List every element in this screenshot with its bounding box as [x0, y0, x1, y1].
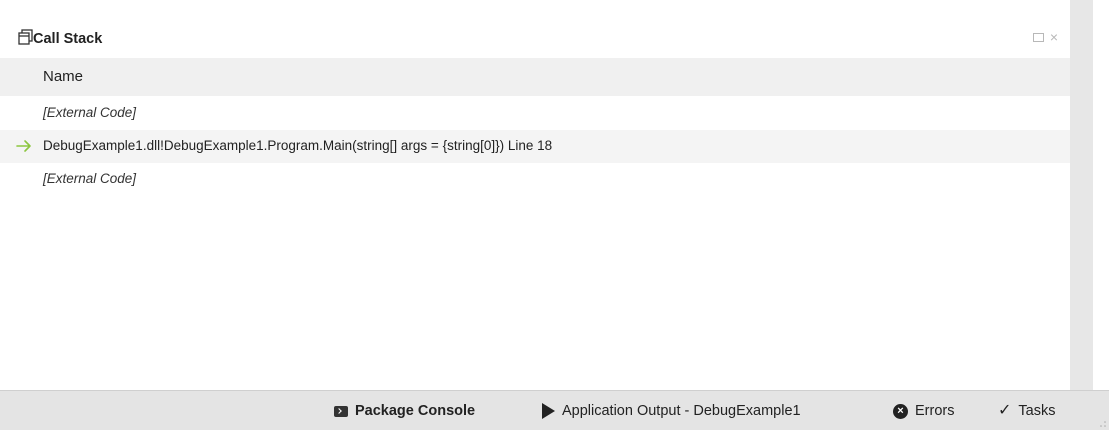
vertical-scrollbar[interactable] [1070, 0, 1093, 390]
stack-frame-label: [External Code] [43, 105, 137, 120]
column-header[interactable]: Name [0, 58, 1070, 96]
call-stack-panel: Call Stack × Name [External Code] DebugE… [0, 0, 1093, 390]
stack-frame-row[interactable]: [External Code] [0, 163, 1070, 196]
maximize-icon[interactable] [1032, 32, 1044, 42]
application-output-button[interactable]: Application Output - DebugExample1 [542, 403, 801, 419]
pad-title: Call Stack [33, 31, 103, 47]
stack-frame-row-current[interactable]: DebugExample1.dll!DebugExample1.Program.… [0, 130, 1070, 163]
bottom-pad-bar: Package Console Application Output - Deb… [0, 390, 1109, 430]
close-icon[interactable]: × [1050, 30, 1058, 44]
current-frame-arrow-icon [16, 140, 31, 152]
stack-frame-label: [External Code] [43, 171, 137, 186]
resize-grip-icon[interactable] [1099, 420, 1107, 428]
tasks-button[interactable]: ✓ Tasks [998, 402, 1056, 420]
window-edge [1093, 0, 1109, 390]
pad-window-controls: × [1032, 30, 1058, 44]
application-output-label: Application Output - DebugExample1 [562, 403, 801, 419]
terminal-icon [334, 405, 348, 417]
errors-button[interactable]: × Errors [893, 403, 954, 419]
column-header-name[interactable]: Name [43, 68, 83, 85]
tasks-label: Tasks [1018, 403, 1056, 419]
stack-frame-label: DebugExample1.dll!DebugExample1.Program.… [43, 138, 553, 153]
package-console-button[interactable]: Package Console [334, 403, 475, 419]
call-stack-pad: Call Stack × Name [External Code] DebugE… [0, 0, 1109, 430]
pad-title-bar: Call Stack × [0, 20, 1070, 58]
errors-label: Errors [915, 403, 955, 419]
package-console-label: Package Console [355, 403, 476, 419]
stack-frame-row[interactable]: [External Code] [0, 97, 1070, 130]
checkmark-icon: ✓ [998, 402, 1012, 419]
call-stack-list: [External Code] DebugExample1.dll!DebugE… [0, 97, 1070, 196]
error-icon: × [893, 403, 908, 419]
play-icon [542, 403, 555, 419]
